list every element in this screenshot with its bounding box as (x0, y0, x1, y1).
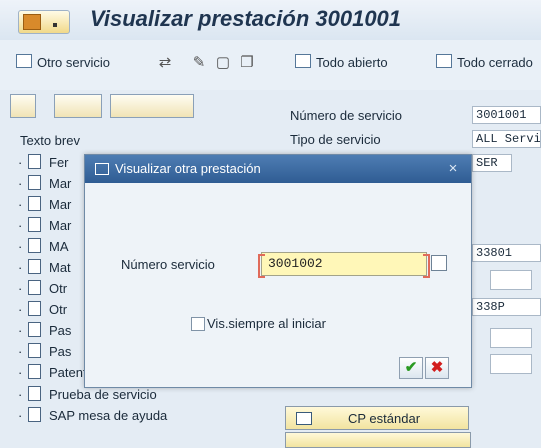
tree-column-header: Texto brev (20, 133, 80, 148)
document-icon (28, 280, 41, 295)
expand-all-icon (295, 54, 311, 68)
tree-item[interactable]: · SAP mesa de ayuda (18, 407, 167, 423)
tree-item-label: Mar (49, 176, 72, 191)
document-icon (28, 238, 41, 253)
cp-estandar-label: CP estándar (348, 411, 421, 426)
otro-servicio-label: Otro servicio (37, 55, 110, 70)
document-icon (28, 259, 41, 274)
create-icon[interactable]: ▢ (214, 53, 232, 71)
secondary-button[interactable] (285, 432, 471, 448)
numero-servicio-input-value: 3001002 (268, 256, 323, 271)
document-icon (28, 301, 41, 316)
document-icon (28, 322, 41, 337)
numero-servicio-input[interactable]: 3001002 (258, 252, 430, 278)
copy-icon[interactable]: ❐ (238, 53, 256, 71)
value-field-2[interactable]: 338P (472, 298, 541, 316)
tree-item-label: MA (49, 239, 69, 254)
tree-item-label: Mar (49, 218, 72, 233)
document-icon (28, 364, 41, 379)
tree-item-label: Prueba de servicio (49, 387, 157, 402)
document-icon (28, 407, 41, 422)
dialog-title-bar: Visualizar otra prestación × (85, 155, 471, 183)
hierarchy-button[interactable] (110, 94, 194, 118)
cancel-button[interactable]: ✖ (425, 357, 449, 379)
link-icon[interactable]: ⇄ (156, 53, 174, 71)
tree-item[interactable]: · Mar (18, 217, 71, 233)
tree-item[interactable]: · MA (18, 238, 69, 254)
tree-item[interactable]: · Mar (18, 175, 71, 191)
numero-servicio-label: Número de servicio (290, 108, 402, 123)
sap-menu-icon (23, 14, 41, 30)
dialog-title: Visualizar otra prestación (115, 161, 261, 176)
required-bracket (258, 254, 265, 278)
tree-item[interactable]: · Otr (18, 280, 67, 296)
system-menu-button[interactable] (18, 10, 70, 34)
value-help-icon[interactable] (431, 255, 447, 271)
collapse-all-icon (436, 54, 452, 68)
visualizar-otra-prestacion-dialog: Visualizar otra prestación × Número serv… (84, 154, 472, 388)
tree-item[interactable]: · Pas (18, 343, 71, 359)
close-icon[interactable]: × (443, 159, 463, 179)
numero-servicio-dialog-label: Número servicio (121, 257, 215, 272)
ser-field[interactable]: SER (472, 154, 512, 172)
tree-item-label: Fer (49, 155, 69, 170)
vis-siempre-label: Vis.siempre al iniciar (207, 316, 326, 331)
tree-item[interactable]: · Pas (18, 322, 71, 338)
todo-cerrado-button[interactable]: Todo cerrado (436, 54, 533, 70)
tree-item[interactable]: · Otr (18, 301, 67, 317)
todo-abierto-button[interactable]: Todo abierto (295, 54, 388, 70)
document-icon (28, 217, 41, 232)
tree-toolbar (10, 94, 260, 124)
folder-icon (296, 412, 312, 425)
confirm-button[interactable]: ✔ (399, 357, 423, 379)
tree-item-label: Mar (49, 197, 72, 212)
empty-field[interactable] (490, 328, 532, 348)
window-title: Visualizar prestación 3001001 (90, 6, 402, 31)
find-button[interactable] (10, 94, 36, 118)
tipo-servicio-field[interactable]: ALL Servi (472, 130, 541, 148)
tree-item[interactable]: · Fer (18, 154, 69, 170)
empty-field[interactable] (490, 354, 532, 374)
other-service-icon (16, 54, 32, 68)
document-icon (28, 175, 41, 190)
document-icon (28, 154, 41, 169)
document-icon (28, 343, 41, 358)
tree-item-label: Otr (49, 302, 68, 317)
tree-item[interactable]: · Mat (18, 259, 71, 275)
edit-icon[interactable]: ✎ (190, 53, 208, 71)
todo-abierto-label: Todo abierto (316, 55, 388, 70)
value-field-1[interactable]: 33801 (472, 244, 541, 262)
tree-item-label: Otr (49, 281, 68, 296)
document-icon (28, 196, 41, 211)
tree-item[interactable]: · Mar (18, 196, 71, 212)
tipo-servicio-label: Tipo de servicio (290, 132, 381, 147)
dialog-window-icon (95, 163, 109, 175)
tree-item-label: Pas (49, 344, 72, 359)
tree-item-label: Mat (49, 260, 71, 275)
todo-cerrado-label: Todo cerrado (457, 55, 533, 70)
empty-field[interactable] (490, 270, 532, 290)
tree-item-label: Pas (49, 323, 72, 338)
numero-servicio-field[interactable]: 3001001 (472, 106, 541, 124)
required-bracket (423, 254, 430, 278)
tree-item[interactable]: · Prueba de servicio (18, 386, 157, 402)
tree-item-label: SAP mesa de ayuda (49, 408, 168, 423)
cp-estandar-button[interactable]: CP estándar (285, 406, 469, 430)
layout-button[interactable] (54, 94, 102, 118)
vis-siempre-checkbox[interactable] (191, 317, 205, 331)
otro-servicio-button[interactable]: Otro servicio (16, 54, 110, 70)
document-icon (28, 386, 41, 401)
dropdown-dot-icon (53, 23, 57, 27)
